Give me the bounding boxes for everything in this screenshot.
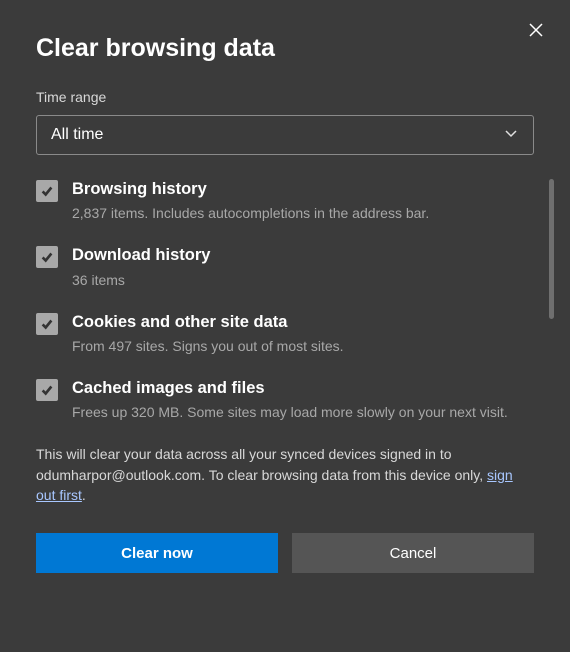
footnote-text-pre: This will clear your data across all you… [36, 446, 487, 482]
checkmark-icon [40, 317, 54, 331]
cancel-button[interactable]: Cancel [292, 533, 534, 573]
footnote-text-post: . [82, 487, 86, 503]
list-item-body: Browsing history 2,837 items. Includes a… [72, 179, 534, 223]
data-type-list: Browsing history 2,837 items. Includes a… [36, 179, 534, 422]
list-item-desc: 36 items [72, 271, 534, 290]
list-item-body: Cached images and files Frees up 320 MB.… [72, 378, 534, 422]
checkbox-download-history[interactable] [36, 246, 58, 268]
dialog-title: Clear browsing data [36, 34, 534, 63]
list-item-title: Cached images and files [72, 378, 534, 399]
checkmark-icon [40, 184, 54, 198]
list-item-desc: 2,837 items. Includes autocompletions in… [72, 204, 534, 223]
list-item-title: Browsing history [72, 179, 534, 200]
list-item: Cached images and files Frees up 320 MB.… [36, 378, 534, 422]
list-item-desc: Frees up 320 MB. Some sites may load mor… [72, 403, 534, 422]
checkbox-cookies[interactable] [36, 313, 58, 335]
time-range-label: Time range [36, 89, 534, 105]
time-range-select[interactable]: All time [36, 115, 534, 155]
sync-footnote: This will clear your data across all you… [36, 444, 534, 505]
list-item-body: Download history 36 items [72, 245, 534, 289]
list-item-desc: From 497 sites. Signs you out of most si… [72, 337, 534, 356]
list-item-title: Download history [72, 245, 534, 266]
close-button[interactable] [520, 14, 552, 46]
list-item: Browsing history 2,837 items. Includes a… [36, 179, 534, 223]
list-item: Download history 36 items [36, 245, 534, 289]
scrollbar[interactable] [549, 179, 554, 319]
dialog-buttons: Clear now Cancel [36, 533, 534, 573]
list-item: Cookies and other site data From 497 sit… [36, 312, 534, 356]
time-range-value: All time [51, 126, 103, 144]
checkbox-cache[interactable] [36, 379, 58, 401]
close-icon [528, 22, 544, 38]
chevron-down-icon [503, 125, 519, 146]
clear-browsing-data-dialog: Clear browsing data Time range All time … [0, 0, 570, 652]
list-item-body: Cookies and other site data From 497 sit… [72, 312, 534, 356]
clear-now-button[interactable]: Clear now [36, 533, 278, 573]
list-item-title: Cookies and other site data [72, 312, 534, 333]
checkmark-icon [40, 250, 54, 264]
checkbox-browsing-history[interactable] [36, 180, 58, 202]
checkmark-icon [40, 383, 54, 397]
